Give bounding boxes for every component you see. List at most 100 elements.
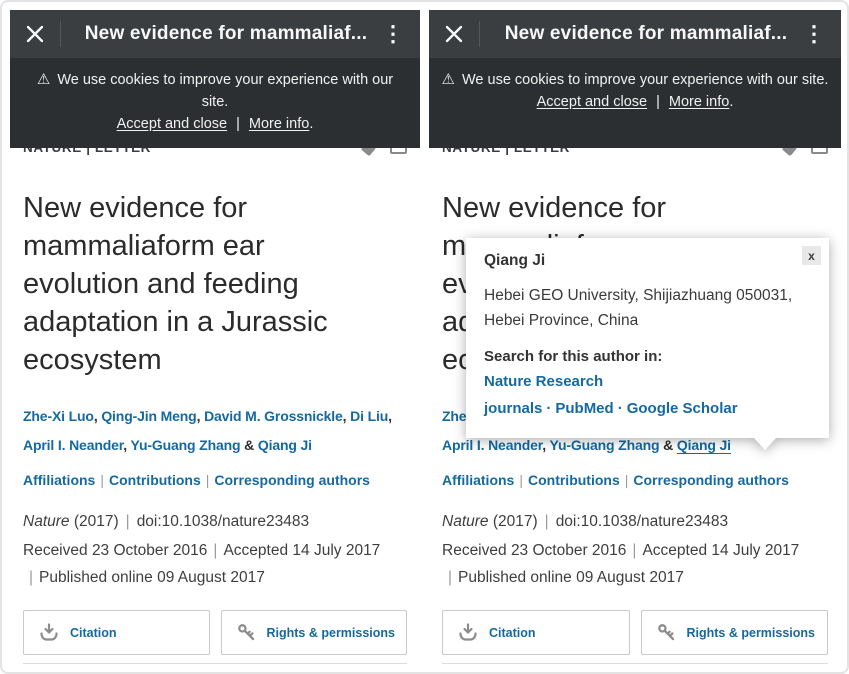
accept-and-close-link[interactable]: Accept and close xyxy=(117,116,227,132)
action-button-row: Citation Rights & permissions xyxy=(23,610,407,655)
published-date: 09 August 2017 xyxy=(576,569,684,586)
bottom-divider xyxy=(442,663,828,664)
citation-button[interactable]: Citation xyxy=(442,610,630,655)
browser-app-bar: New evidence for mammaliaf... ⋮ xyxy=(429,10,841,58)
doi: doi:10.1038/nature23483 xyxy=(556,513,728,530)
share-icon[interactable] xyxy=(361,148,376,156)
author-separator: , xyxy=(123,437,130,453)
received-label: Received xyxy=(23,542,88,559)
author-popup-box: x Qiang Ji Hebei GEO University, Shijiaz… xyxy=(466,238,829,438)
received-date: 23 October 2016 xyxy=(511,542,626,559)
article-dates-line: Received 23 October 2016|Accepted 14 Jul… xyxy=(23,537,407,591)
cookie-period: . xyxy=(309,116,313,132)
overflow-menu-icon[interactable]: ⋮ xyxy=(800,23,828,45)
more-info-link[interactable]: More info xyxy=(249,116,309,132)
received-label: Received xyxy=(442,542,507,559)
warning-icon: ⚠ xyxy=(37,71,50,88)
author-link[interactable]: April I. Neander xyxy=(442,437,542,453)
masthead-clipped-row: NATURE | LETTER xyxy=(10,148,420,162)
accept-and-close-link[interactable]: Accept and close xyxy=(537,94,647,110)
published-label: Published online xyxy=(458,569,572,586)
author-separator: & xyxy=(240,437,257,453)
pipe-separator: | xyxy=(632,542,636,559)
popup-close-icon[interactable]: x xyxy=(802,246,821,265)
pipe-separator: | xyxy=(545,513,549,530)
article-title: New evidence for mammaliaform ear evolut… xyxy=(23,189,407,379)
cookie-banner: ⚠We use cookies to improve your experien… xyxy=(429,58,841,148)
article-title-line: New evidence for xyxy=(442,189,828,227)
author-link[interactable]: Yu-Guang Zhang xyxy=(550,437,660,453)
author-link-qiang-ji[interactable]: Qiang Ji xyxy=(258,437,312,453)
author-link[interactable]: April I. Neander xyxy=(23,437,123,453)
author-separator: , xyxy=(197,408,204,424)
google-scholar-link[interactable]: Google Scholar xyxy=(627,400,738,417)
citation-button-label: Citation xyxy=(489,626,536,640)
rights-permissions-label: Rights & permissions xyxy=(687,626,816,640)
pubmed-link[interactable]: PubMed xyxy=(555,400,613,417)
author-link[interactable]: Qing-Jin Meng xyxy=(101,408,196,424)
cookie-period: . xyxy=(729,94,733,110)
warning-icon: ⚠ xyxy=(442,71,455,88)
app-bar-divider xyxy=(60,21,61,47)
article-title-line: New evidence for xyxy=(23,189,407,227)
article-title-line: ecosystem xyxy=(23,341,407,379)
corresponding-authors-link[interactable]: Corresponding authors xyxy=(214,472,370,488)
browser-panel-right: New evidence for mammaliaf... ⋮ ⚠We use … xyxy=(429,10,841,672)
contributions-link[interactable]: Contributions xyxy=(528,472,620,488)
popup-search-label: Search for this author in: xyxy=(484,348,811,365)
author-link[interactable]: Yu-Guang Zhang xyxy=(131,437,241,453)
cookie-banner: ⚠We use cookies to improve your experien… xyxy=(10,58,420,148)
accepted-label: Accepted xyxy=(223,542,288,559)
journal-year: (2017) xyxy=(493,513,538,530)
rights-permissions-button[interactable]: Rights & permissions xyxy=(641,610,829,655)
corresponding-authors-link[interactable]: Corresponding authors xyxy=(633,472,789,488)
contributions-link[interactable]: Contributions xyxy=(109,472,201,488)
rights-permissions-label: Rights & permissions xyxy=(267,626,396,640)
author-link[interactable]: Zhe-Xi Luo xyxy=(23,408,94,424)
masthead-label: NATURE | LETTER xyxy=(23,148,151,157)
article-meta-links: Affiliations|Contributions|Corresponding… xyxy=(23,472,407,488)
journal-citation-line: Nature (2017)|doi:10.1038/nature23483 xyxy=(442,509,828,535)
masthead-clipped-row: NATURE | LETTER xyxy=(429,148,841,162)
masthead-label: NATURE | LETTER xyxy=(442,148,570,157)
print-icon[interactable] xyxy=(390,148,407,154)
accepted-date: 14 July 2017 xyxy=(292,542,380,559)
pipe-separator: | xyxy=(448,569,452,586)
author-link[interactable]: Di Liu xyxy=(350,408,388,424)
overflow-menu-icon[interactable]: ⋮ xyxy=(379,23,407,45)
author-link-qiang-ji-active[interactable]: Qiang Ji xyxy=(677,437,731,453)
affiliations-link[interactable]: Affiliations xyxy=(23,472,95,488)
pipe-separator: | xyxy=(29,569,33,586)
close-icon[interactable] xyxy=(23,25,47,43)
popup-pointer xyxy=(753,437,777,450)
bottom-divider xyxy=(23,663,407,664)
rights-permissions-button[interactable]: Rights & permissions xyxy=(221,610,408,655)
download-icon xyxy=(39,623,59,642)
key-icon xyxy=(657,623,676,642)
pipe-separator: | xyxy=(126,513,130,530)
author-link[interactable]: David M. Grossnickle xyxy=(204,408,343,424)
popup-affiliation: Hebei GEO University, Shijiazhuang 05003… xyxy=(484,283,806,333)
author-separator: & xyxy=(659,437,676,453)
app-bar-divider xyxy=(479,21,480,47)
affiliations-link[interactable]: Affiliations xyxy=(442,472,514,488)
more-info-link[interactable]: More info xyxy=(669,94,729,110)
page-title-truncated: New evidence for mammaliaf... xyxy=(73,23,379,45)
pipe-separator: | xyxy=(100,472,104,488)
pipe-separator: | xyxy=(206,472,210,488)
dot-separator: · xyxy=(546,400,551,417)
accepted-label: Accepted xyxy=(642,542,707,559)
page-title-truncated: New evidence for mammaliaf... xyxy=(492,23,800,45)
download-icon xyxy=(458,623,478,642)
pipe-separator: | xyxy=(625,472,629,488)
print-icon[interactable] xyxy=(811,148,828,154)
browser-app-bar: New evidence for mammaliaf... ⋮ xyxy=(10,10,420,58)
close-icon[interactable] xyxy=(442,25,466,43)
citation-button[interactable]: Citation xyxy=(23,610,210,655)
citation-button-label: Citation xyxy=(70,626,117,640)
journal-year: (2017) xyxy=(74,513,119,530)
action-button-row: Citation Rights & permissions xyxy=(442,610,828,655)
share-icon[interactable] xyxy=(782,148,797,156)
journal-citation-line: Nature (2017)|doi:10.1038/nature23483 xyxy=(23,509,407,535)
pipe-separator: | xyxy=(519,472,523,488)
